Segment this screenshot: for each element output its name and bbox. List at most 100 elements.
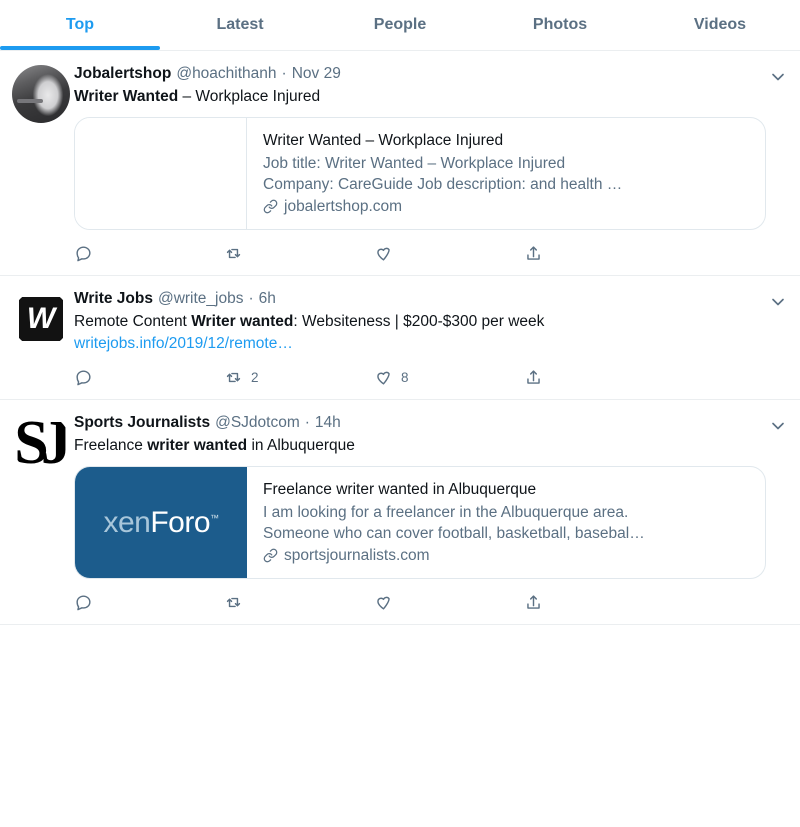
avatar-column: SJ — [12, 412, 74, 624]
tweet-actions: 2 8 — [74, 356, 674, 399]
tweet-text: Freelance writer wanted in Albuquerque — [74, 435, 778, 456]
tweet-timestamp[interactable]: Nov 29 — [292, 63, 341, 85]
card-domain: sportsjournalists.com — [263, 545, 749, 566]
author-handle[interactable]: @hoachithanh — [176, 63, 276, 85]
retweet-count: 2 — [251, 370, 259, 385]
tab-videos[interactable]: Videos — [640, 0, 800, 50]
share-icon — [527, 370, 540, 384]
link-preview-card[interactable]: Writer Wanted – Workplace Injured Job ti… — [74, 117, 766, 230]
separator-dot: · — [248, 290, 254, 307]
reply-button[interactable] — [74, 244, 224, 263]
like-count: 8 — [401, 370, 409, 385]
avatar-photo-image — [12, 65, 70, 123]
card-description-line-2: Company: CareGuide Job description: and … — [263, 176, 623, 193]
tab-photos-label: Photos — [532, 16, 588, 33]
separator-dot: · — [281, 65, 287, 82]
tweet-header: Sports Journalists @SJdotcom · 14h — [74, 412, 778, 434]
card-thumbnail — [75, 118, 247, 229]
tweet-item[interactable]: W Write Jobs @write_jobs · 6h Remote Con… — [0, 276, 800, 400]
tweet-body: Write Jobs @write_jobs · 6h Remote Conte… — [74, 288, 788, 399]
tweet-text-highlight: writer wanted — [147, 437, 248, 454]
tweet-text: Writer Wanted – Workplace Injured — [74, 86, 778, 107]
like-icon — [377, 596, 390, 610]
share-button[interactable] — [524, 244, 674, 263]
author-display-name[interactable]: Write Jobs — [74, 288, 153, 310]
share-icon — [527, 595, 540, 609]
chevron-down-icon — [772, 422, 784, 430]
tweet-timestamp[interactable]: 14h — [315, 412, 341, 434]
tweet-menu-button[interactable] — [768, 292, 788, 312]
tweet-text-rest: – Workplace Injured — [178, 88, 321, 105]
sj-monogram-glyph: SJ — [14, 414, 70, 472]
tab-people[interactable]: People — [320, 0, 480, 50]
reply-button[interactable] — [74, 593, 224, 612]
card-domain-label: jobalertshop.com — [284, 198, 403, 215]
avatar-sj-monogram-image: SJ — [12, 414, 70, 472]
author-handle[interactable]: @write_jobs — [158, 288, 244, 310]
card-info: Freelance writer wanted in Albuquerque I… — [247, 467, 765, 578]
reply-icon — [76, 595, 91, 611]
tab-people-label: People — [373, 16, 427, 33]
card-domain-label: sportsjournalists.com — [284, 547, 430, 564]
like-icon — [377, 247, 390, 261]
tweet-body: Sports Journalists @SJdotcom · 14h Freel… — [74, 412, 788, 624]
like-button[interactable] — [374, 593, 524, 612]
card-title: Freelance writer wanted in Albuquerque — [263, 481, 537, 498]
share-icon — [527, 246, 540, 260]
avatar[interactable]: W — [12, 290, 70, 348]
xenforo-logo-part-1: xen — [103, 505, 151, 539]
avatar[interactable] — [12, 65, 70, 123]
tweet-item[interactable]: Jobalertshop @hoachithanh · Nov 29 Write… — [0, 51, 800, 276]
retweet-icon — [226, 248, 241, 259]
tab-latest[interactable]: Latest — [160, 0, 320, 50]
share-button[interactable] — [524, 593, 674, 612]
card-domain: jobalertshop.com — [263, 196, 749, 217]
tweet-menu-button[interactable] — [768, 416, 788, 436]
author-handle[interactable]: @SJdotcom — [215, 412, 300, 434]
chevron-down-icon — [772, 73, 784, 81]
tweet-url-link[interactable]: writejobs.info/2019/12/remote… — [74, 333, 778, 354]
author-display-name[interactable]: Jobalertshop — [74, 63, 171, 85]
retweet-button[interactable]: 2 — [224, 368, 374, 387]
card-description-line-2: Someone who can cover football, basketba… — [263, 525, 645, 542]
link-icon — [263, 548, 278, 563]
card-title: Writer Wanted – Workplace Injured — [263, 132, 504, 149]
tweet-body: Jobalertshop @hoachithanh · Nov 29 Write… — [74, 63, 788, 275]
xenforo-logo-tm: ™ — [210, 512, 219, 523]
tweet-text-pre: Remote Content — [74, 313, 192, 330]
share-button[interactable] — [524, 368, 674, 387]
tweet-item[interactable]: SJ Sports Journalists @SJdotcom · 14h Fr… — [0, 400, 800, 625]
xenforo-logo-part-2: Foro — [150, 505, 211, 539]
search-results-feed: Jobalertshop @hoachithanh · Nov 29 Write… — [0, 51, 800, 625]
like-icon — [377, 371, 390, 385]
tweet-menu-button[interactable] — [768, 67, 788, 87]
tab-top[interactable]: Top — [0, 0, 160, 50]
tweet-text-rest: in Albuquerque — [247, 437, 355, 454]
tweet-actions — [74, 581, 674, 624]
avatar-w-logo-image: W — [12, 290, 70, 348]
card-description-line-1: I am looking for a freelancer in the Alb… — [263, 504, 629, 521]
like-button[interactable] — [374, 244, 524, 263]
card-info: Writer Wanted – Workplace Injured Job ti… — [247, 118, 765, 229]
tab-photos[interactable]: Photos — [480, 0, 640, 50]
author-display-name[interactable]: Sports Journalists — [74, 412, 210, 434]
tweet-timestamp[interactable]: 6h — [259, 288, 276, 310]
tweet-text: Remote Content Writer wanted: Websitenes… — [74, 311, 778, 332]
avatar-column — [12, 63, 74, 275]
tweet-text-highlight: Writer wanted — [191, 313, 294, 330]
card-description-line-1: Job title: Writer Wanted – Workplace Inj… — [263, 155, 566, 172]
like-button[interactable]: 8 — [374, 368, 524, 387]
w-logo-glyph: W — [26, 302, 56, 335]
separator-dot: · — [304, 414, 310, 431]
tab-top-label: Top — [65, 16, 95, 33]
link-preview-card[interactable]: xenForo™ Freelance writer wanted in Albu… — [74, 466, 766, 579]
retweet-button[interactable] — [224, 244, 374, 263]
retweet-button[interactable] — [224, 593, 374, 612]
avatar[interactable]: SJ — [12, 414, 70, 472]
chevron-down-icon — [772, 298, 784, 306]
reply-button[interactable] — [74, 368, 224, 387]
retweet-icon — [226, 372, 241, 383]
tab-videos-label: Videos — [693, 16, 747, 33]
reply-icon — [76, 246, 91, 262]
tweet-text-highlight: Writer Wanted — [74, 88, 179, 105]
